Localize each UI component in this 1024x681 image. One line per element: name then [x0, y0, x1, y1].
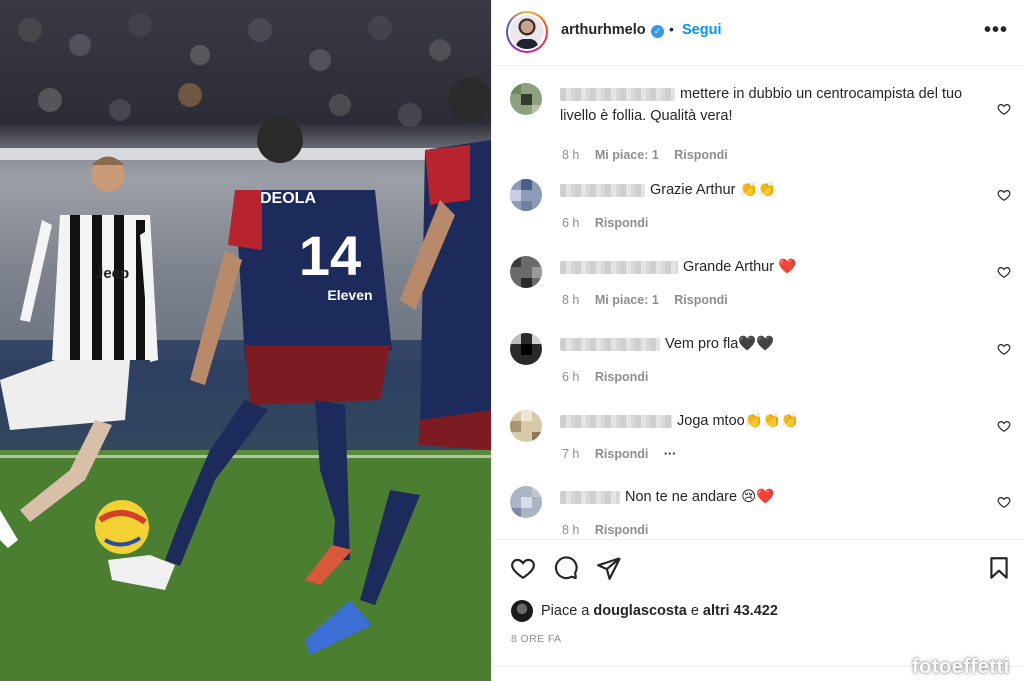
post-timestamp: 8 ORE FA — [511, 633, 562, 645]
comment-text: Grande Arthur ❤️ — [560, 256, 980, 278]
comment-more-icon[interactable]: ··· — [664, 447, 677, 461]
comment-avatar[interactable] — [510, 179, 542, 211]
likes-conjunction: e — [690, 603, 699, 619]
likes-count[interactable]: altri 43.422 — [703, 603, 778, 619]
reply-button[interactable]: Rispondi — [595, 216, 648, 230]
reply-button[interactable]: Rispondi — [595, 447, 648, 461]
comment-avatar[interactable] — [510, 486, 542, 518]
comment-text: Joga mtoo👏👏👏 — [560, 410, 980, 432]
liker-username[interactable]: douglascosta — [593, 603, 686, 619]
comment-time: 6 h — [562, 216, 580, 230]
comment-time: 8 h — [562, 293, 580, 307]
comment-time: 6 h — [562, 370, 580, 384]
comment-meta: 6 h Rispondi — [562, 216, 660, 230]
comment-item: Vem pro fla🖤🖤 6 h Rispondi — [492, 333, 1024, 393]
comment-avatar[interactable] — [510, 333, 542, 365]
comment-meta: 7 h Rispondi ··· — [562, 447, 688, 461]
comment-text: Non te ne andare 😢❤️ — [560, 486, 980, 508]
comment-avatar[interactable] — [510, 256, 542, 288]
home-sponsor: Jeep — [95, 265, 129, 282]
goal-crossbar — [0, 148, 440, 160]
comment-heart-icon[interactable] — [997, 342, 1011, 356]
comment-time: 8 h — [562, 148, 580, 162]
comment-heart-icon[interactable] — [997, 265, 1011, 279]
comment-item: Grande Arthur ❤️ 8 h Mi piace: 1 Rispond… — [492, 256, 1024, 316]
liker-avatar[interactable] — [511, 600, 533, 622]
comment-time: 7 h — [562, 447, 580, 461]
likes-summary[interactable]: Piace a douglascosta e altri 43.422 — [511, 600, 782, 622]
comment-meta: 8 h Mi piace: 1 Rispondi — [562, 148, 740, 162]
reply-button[interactable]: Rispondi — [595, 370, 648, 384]
more-options-icon[interactable]: ••• — [984, 20, 1008, 40]
comment-meta: 8 h Mi piace: 1 Rispondi — [562, 293, 740, 307]
comment-likes[interactable]: Mi piace: 1 — [595, 148, 659, 162]
comment-meta: 8 h Rispondi — [562, 523, 660, 537]
comment-item: Joga mtoo👏👏👏 7 h Rispondi ··· — [492, 410, 1024, 470]
shirt-name: DEOLA — [260, 190, 316, 207]
comment-heart-icon[interactable] — [997, 102, 1011, 116]
comment-meta: 6 h Rispondi — [562, 370, 660, 384]
profile-avatar[interactable] — [506, 11, 548, 53]
comments-list[interactable]: mettere in dubbio un centrocampista del … — [492, 67, 1024, 539]
comment-heart-icon[interactable] — [997, 419, 1011, 433]
comment-item: mettere in dubbio un centrocampista del … — [492, 77, 1024, 162]
post-header: arthurhmelo ✓ • Segui ••• — [492, 0, 1024, 66]
reply-button[interactable]: Rispondi — [674, 293, 727, 307]
reply-button[interactable]: Rispondi — [595, 523, 648, 537]
separator-dot: • — [669, 21, 674, 37]
comment-avatar[interactable] — [510, 83, 542, 115]
comment-likes[interactable]: Mi piace: 1 — [595, 293, 659, 307]
comment-heart-icon[interactable] — [997, 188, 1011, 202]
comment-heart-icon[interactable] — [997, 495, 1011, 509]
away-sponsor: Eleven — [327, 287, 372, 303]
football-scene: Jeep DEOLA 14 Eleven — [0, 13, 491, 681]
shirt-number: 14 — [299, 224, 361, 287]
comment-text: Vem pro fla🖤🖤 — [560, 333, 980, 355]
comment-text: mettere in dubbio un centrocampista del … — [560, 86, 963, 124]
likes-prefix: Piace a — [541, 603, 590, 619]
post-photo[interactable]: Jeep DEOLA 14 Eleven — [0, 0, 491, 681]
verified-icon: ✓ — [651, 25, 664, 38]
comment-item: Grazie Arthur 👏👏 6 h Rispondi — [492, 179, 1024, 239]
football — [95, 500, 149, 554]
pitch — [0, 455, 491, 681]
watermark: fotoeffetti — [912, 656, 1010, 678]
blurred-username — [560, 260, 678, 274]
bookmark-icon[interactable] — [986, 555, 1012, 581]
crowd — [18, 13, 451, 127]
reply-button[interactable]: Rispondi — [674, 148, 727, 162]
username[interactable]: arthurhmelo — [561, 22, 646, 38]
blurred-username — [560, 183, 645, 197]
blurred-username — [560, 490, 620, 504]
blurred-username — [560, 337, 660, 351]
blurred-username — [560, 414, 672, 428]
comment-text: Grazie Arthur 👏👏 — [560, 179, 980, 201]
heart-icon[interactable] — [510, 555, 536, 581]
comment-avatar[interactable] — [510, 410, 542, 442]
post-sidebar: arthurhmelo ✓ • Segui ••• mettere in dub… — [491, 0, 1024, 681]
comment-item: Non te ne andare 😢❤️ 8 h Rispondi — [492, 486, 1024, 539]
follow-button[interactable]: Segui — [682, 22, 721, 38]
comment-icon[interactable] — [553, 555, 579, 581]
share-icon[interactable] — [596, 555, 622, 581]
comment-time: 8 h — [562, 523, 580, 537]
blurred-username — [560, 87, 675, 101]
